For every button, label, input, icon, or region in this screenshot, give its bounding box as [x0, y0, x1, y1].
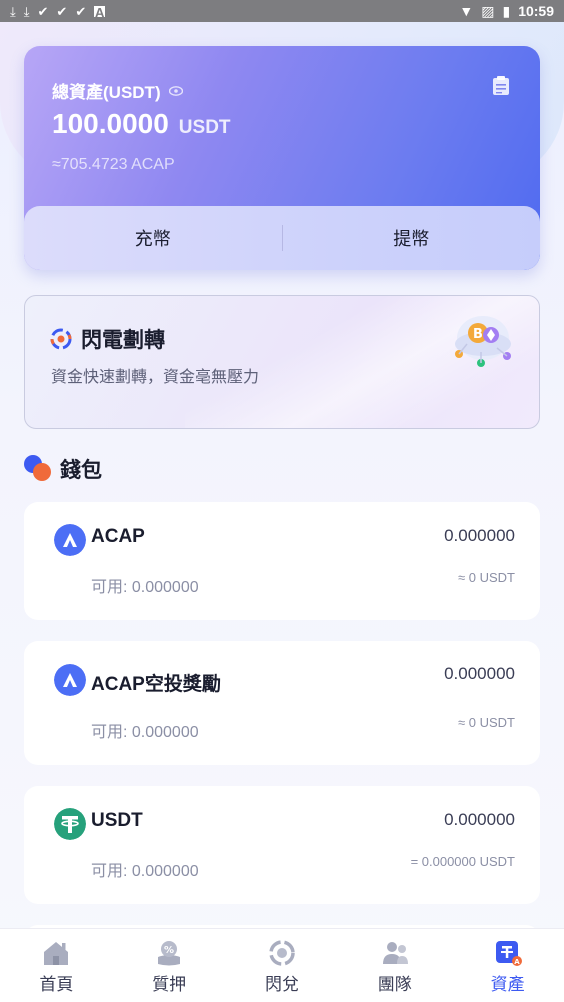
coin-usdt-value: ≈ 0 USDT: [458, 570, 515, 585]
records-icon[interactable]: [492, 76, 510, 96]
download-icon: ⤓: [10, 3, 16, 19]
download-icon: ⤓: [23, 3, 30, 19]
coin-usdt-value: = 0.000000 USDT: [410, 854, 515, 869]
bottom-navigation: 首頁 % 質押 閃兌 團隊 A 資產: [0, 928, 564, 1002]
notification-icons: ⤓ ⤓ ✔ ✔ ✔ A: [10, 3, 106, 20]
coin-balance: 0.000000: [444, 810, 515, 829]
coin-usdt-value: ≈ 0 USDT: [458, 715, 515, 730]
flash-title: 閃電劃轉: [81, 329, 165, 352]
check-icon: ✔: [75, 3, 87, 19]
nav-label: 資產: [490, 975, 525, 994]
coin-available: 可用: 0.000000: [91, 579, 199, 596]
check-icon: ✔: [56, 3, 68, 19]
assets-icon: A: [495, 941, 522, 966]
acap-logo-icon: [54, 524, 86, 556]
nav-label: 團隊: [377, 975, 412, 994]
total-assets-card: 總資產(USDT) 100.0000 USDT ≈705.4723 ACAP 充…: [24, 46, 540, 270]
nav-item-team[interactable]: 團隊: [338, 929, 451, 1002]
tether-logo-icon: [54, 808, 86, 840]
status-bar: ⤓ ⤓ ✔ ✔ ✔ A ▼ ▨ ▮ 10:59: [0, 0, 564, 22]
coin-name: ACAP: [91, 526, 145, 547]
nav-item-stake[interactable]: % 質押: [113, 929, 226, 1002]
coin-name: ACAP空投獎勵: [91, 674, 221, 695]
stake-icon: %: [158, 941, 181, 966]
nav-label: 質押: [152, 975, 187, 994]
nav-label: 首頁: [39, 975, 74, 994]
crypto-cloud-illustration-icon: B: [455, 316, 511, 367]
coin-balance: 0.000000: [444, 664, 515, 683]
wifi-icon: ▼: [459, 3, 474, 19]
asset-unit: USDT: [178, 117, 231, 138]
nav-item-assets[interactable]: A 資產: [451, 929, 564, 1002]
clock: 10:59: [518, 3, 554, 19]
wallet-item-acap-airdrop[interactable]: ACAP空投獎勵 0.000000 可用: 0.000000 ≈ 0 USDT: [24, 641, 540, 765]
coin-available: 可用: 0.000000: [91, 863, 199, 880]
asset-amount-row: 100.0000 USDT: [52, 108, 231, 140]
asset-title: 總資產(USDT): [52, 83, 161, 102]
team-icon: [382, 942, 408, 964]
asset-title-row: 總資產(USDT): [52, 78, 183, 103]
svg-text:%: %: [164, 945, 174, 956]
home-icon: [44, 942, 69, 965]
check-icon: ✔: [37, 3, 49, 19]
acap-logo-icon: [54, 664, 86, 696]
coin-name: USDT: [91, 810, 143, 831]
withdraw-button[interactable]: 提幣: [283, 225, 541, 251]
exchange-icon: [269, 940, 295, 966]
asset-approx-acap: ≈705.4723 ACAP: [52, 156, 175, 173]
no-sim-icon: ▨: [481, 2, 495, 19]
wallet-icon: [24, 455, 52, 483]
eye-icon[interactable]: [168, 85, 183, 96]
wallet-title: 錢包: [60, 459, 102, 482]
transfer-icon: [50, 328, 72, 350]
wallet-item-usdt[interactable]: USDT 0.000000 可用: 0.000000 = 0.000000 US…: [24, 786, 540, 904]
wallet-item-acap[interactable]: ACAP 0.000000 可用: 0.000000 ≈ 0 USDT: [24, 502, 540, 620]
coin-balance: 0.000000: [444, 526, 515, 545]
coin-available: 可用: 0.000000: [91, 724, 199, 741]
battery-icon: ▮: [502, 2, 511, 19]
svg-text:B: B: [473, 327, 483, 342]
deposit-button[interactable]: 充幣: [24, 225, 282, 251]
wallet-section-header: 錢包: [24, 454, 102, 484]
flash-transfer-banner[interactable]: 閃電劃轉 資金快速劃轉，資金亳無壓力 B: [24, 295, 540, 429]
flash-title-row: 閃電劃轉: [49, 324, 165, 354]
nav-item-home[interactable]: 首頁: [0, 929, 113, 1002]
system-icons: ▼ ▨ ▮ 10:59: [459, 3, 554, 20]
nav-label: 閃兌: [264, 975, 299, 994]
asset-action-bar: 充幣 提幣: [24, 206, 540, 270]
asset-amount: 100.0000: [52, 108, 169, 139]
svg-text:A: A: [514, 958, 520, 966]
nav-item-exchange[interactable]: 閃兌: [226, 929, 339, 1002]
flash-subtitle: 資金快速劃轉，資金亳無壓力: [51, 369, 260, 386]
app-notification-icon: A: [94, 4, 106, 20]
